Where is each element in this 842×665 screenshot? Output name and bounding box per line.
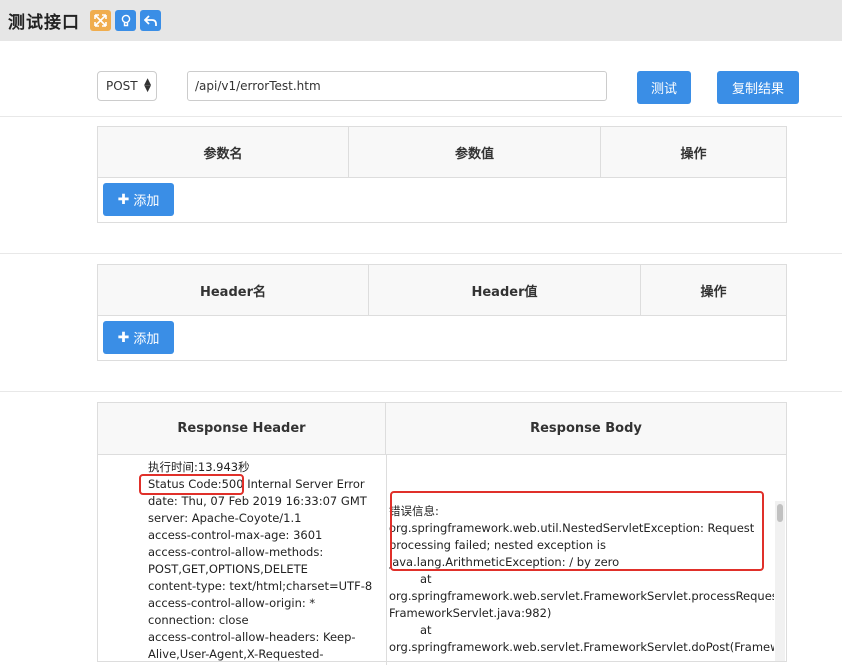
body-scrollbar[interactable] bbox=[775, 501, 785, 661]
request-row: POST ▲ ▼ /api/v1/errorTest.htm 测试 复制结果 bbox=[97, 71, 799, 104]
lightbulb-icon[interactable] bbox=[115, 10, 136, 31]
header-line: POST,GET,OPTIONS,DELETE bbox=[148, 562, 308, 576]
add-param-label: 添加 bbox=[133, 194, 160, 209]
response-table-header: Response Header Response Body bbox=[98, 403, 786, 455]
header-line: Alive,User-Agent,X-Requested- bbox=[148, 647, 324, 661]
column-divider bbox=[386, 455, 387, 665]
add-param-button[interactable]: ✚ 添加 bbox=[103, 183, 174, 216]
test-button[interactable]: 测试 bbox=[637, 71, 691, 104]
divider bbox=[0, 116, 842, 117]
params-table: 参数名 参数值 操作 ✚ 添加 bbox=[97, 126, 787, 223]
col-header-name: Header名 bbox=[98, 265, 369, 315]
body-line: org.springframework.web.servlet.Framewor… bbox=[389, 589, 774, 603]
col-param-action: 操作 bbox=[680, 146, 707, 162]
method-value: POST bbox=[106, 79, 138, 93]
back-icon[interactable] bbox=[140, 10, 161, 31]
header-line: access-control-allow-methods: bbox=[148, 545, 324, 559]
body-line: at bbox=[420, 572, 432, 586]
header-line: access-control-allow-headers: Keep- bbox=[148, 630, 356, 644]
fullscreen-icon[interactable] bbox=[90, 10, 111, 31]
col-header-action: 操作 bbox=[700, 284, 727, 300]
plus-icon: ✚ bbox=[117, 329, 130, 346]
response-header-title: Response Header bbox=[98, 403, 386, 454]
body-line: FrameworkServlet.java:982) bbox=[389, 606, 552, 620]
response-body-title: Response Body bbox=[530, 421, 642, 436]
error-info-highlight bbox=[390, 491, 764, 571]
body-line: org.springframework.web.servlet.Framewor… bbox=[389, 640, 774, 654]
method-select[interactable]: POST ▲ ▼ bbox=[97, 71, 157, 101]
col-header-value: Header值 bbox=[369, 265, 641, 315]
col-param-value: 参数值 bbox=[349, 127, 601, 177]
col-param-name: 参数名 bbox=[98, 127, 349, 177]
add-header-button[interactable]: ✚ 添加 bbox=[103, 321, 174, 354]
scrollbar-thumb[interactable] bbox=[777, 504, 783, 522]
add-header-label: 添加 bbox=[133, 332, 160, 347]
header-line: access-control-max-age: 3601 bbox=[148, 528, 323, 542]
headers-table-header: Header名 Header值 操作 bbox=[98, 265, 786, 316]
header-line: access-control-allow-origin: * bbox=[148, 596, 316, 610]
divider bbox=[0, 253, 842, 254]
url-input[interactable]: /api/v1/errorTest.htm bbox=[187, 71, 607, 101]
top-bar: 测试接口 bbox=[0, 0, 842, 41]
select-arrows-icon: ▲ ▼ bbox=[144, 77, 151, 94]
copy-result-button[interactable]: 复制结果 bbox=[717, 71, 799, 104]
divider bbox=[0, 391, 842, 392]
plus-icon: ✚ bbox=[117, 191, 130, 208]
header-line: server: Apache-Coyote/1.1 bbox=[148, 511, 302, 525]
response-panel: Response Header Response Body 执行时间:13.94… bbox=[97, 402, 787, 665]
body-line: at bbox=[420, 623, 432, 637]
headers-table: Header名 Header值 操作 ✚ 添加 bbox=[97, 264, 787, 361]
header-line: connection: close bbox=[148, 613, 249, 627]
header-line: date: Thu, 07 Feb 2019 16:33:07 GMT bbox=[148, 494, 367, 508]
status-code-highlight bbox=[139, 474, 244, 495]
page-title: 测试接口 bbox=[8, 13, 80, 33]
header-line: content-type: text/html;charset=UTF-8 bbox=[148, 579, 373, 593]
params-table-header: 参数名 参数值 操作 bbox=[98, 127, 786, 178]
